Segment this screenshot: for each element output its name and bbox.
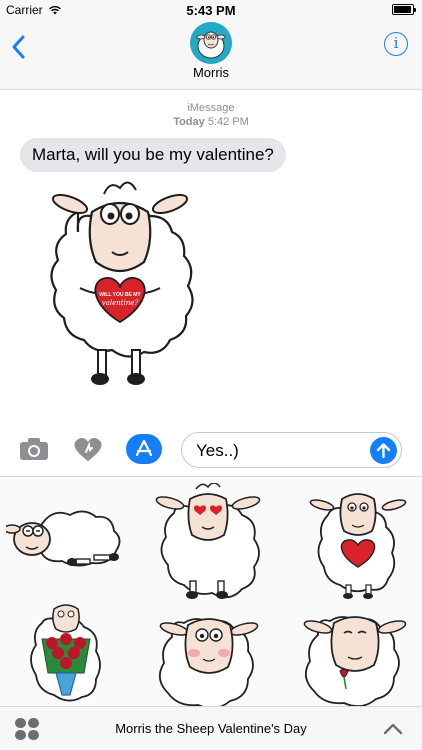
sent-sticker-sheep-valentine[interactable]: WILL YOU BE MY valentine? [40, 172, 200, 394]
expand-button[interactable] [382, 719, 404, 739]
message-input-bar: Yes..) [0, 424, 422, 476]
back-button[interactable] [10, 34, 30, 60]
chevron-left-icon [12, 35, 25, 59]
timestamp-day: Today [173, 116, 205, 128]
app-store-icon [126, 434, 162, 464]
sheep-with-roses-icon [30, 604, 101, 702]
sheep-avatar-icon [190, 22, 232, 64]
app-store-button[interactable] [126, 434, 162, 464]
message-input-value: Yes..) [196, 441, 239, 460]
sticker-drawer [0, 476, 422, 710]
status-right [392, 4, 416, 15]
camera-button[interactable] [18, 436, 50, 462]
conversation-header: Morris i [0, 20, 422, 90]
sticker-sheep-lying-down[interactable] [3, 509, 126, 569]
message-input[interactable]: Yes..) [181, 432, 402, 468]
imessage-app-bar: Morris the Sheep Valentine's Day [0, 706, 422, 750]
chevron-up-icon [383, 723, 403, 735]
status-time: 5:43 PM [186, 3, 236, 18]
sheep-lying-down-icon [3, 510, 121, 567]
app-name: Morris the Sheep Valentine's Day [115, 721, 307, 736]
timestamp-line: Today 5:42 PM [0, 115, 422, 129]
camera-icon [20, 438, 48, 460]
battery-level [394, 6, 411, 13]
sheep-with-rose-icon [303, 616, 407, 708]
sheep-blushing-icon [158, 618, 259, 710]
send-button[interactable] [370, 437, 397, 464]
heart-touch-icon [74, 438, 102, 461]
info-icon: i [393, 34, 399, 52]
send-arrow-icon [376, 443, 391, 459]
sticker-sheep-heart-eyes[interactable] [152, 482, 264, 599]
battery-icon [392, 4, 416, 15]
sheep-valentine-sticker-icon: WILL YOU BE MY valentine? [50, 181, 194, 385]
sticker-heart-text-top: WILL YOU BE MY [99, 292, 141, 298]
timestamp-time: 5:42 PM [207, 116, 249, 128]
sticker-sheep-with-rose[interactable] [300, 605, 410, 708]
sheep-holding-heart-icon [309, 493, 407, 599]
received-message-bubble[interactable]: Marta, will you be my valentine? [20, 138, 286, 172]
sticker-sheep-blushing[interactable] [154, 607, 264, 710]
contact-name[interactable]: Morris [0, 65, 422, 80]
sticker-heart-text-bottom: valentine? [102, 299, 139, 307]
contact-avatar[interactable] [190, 22, 232, 64]
digital-touch-button[interactable] [72, 436, 104, 462]
service-label: iMessage [187, 102, 235, 114]
info-button[interactable]: i [384, 32, 408, 56]
sheep-heart-eyes-icon [155, 482, 261, 599]
sticker-sheep-with-roses[interactable] [26, 603, 106, 707]
message-timestamp: iMessage Today 5:42 PM [0, 101, 422, 129]
status-bar: Carrier 5:43 PM [0, 0, 422, 20]
sticker-sheep-holding-heart[interactable] [308, 485, 408, 601]
